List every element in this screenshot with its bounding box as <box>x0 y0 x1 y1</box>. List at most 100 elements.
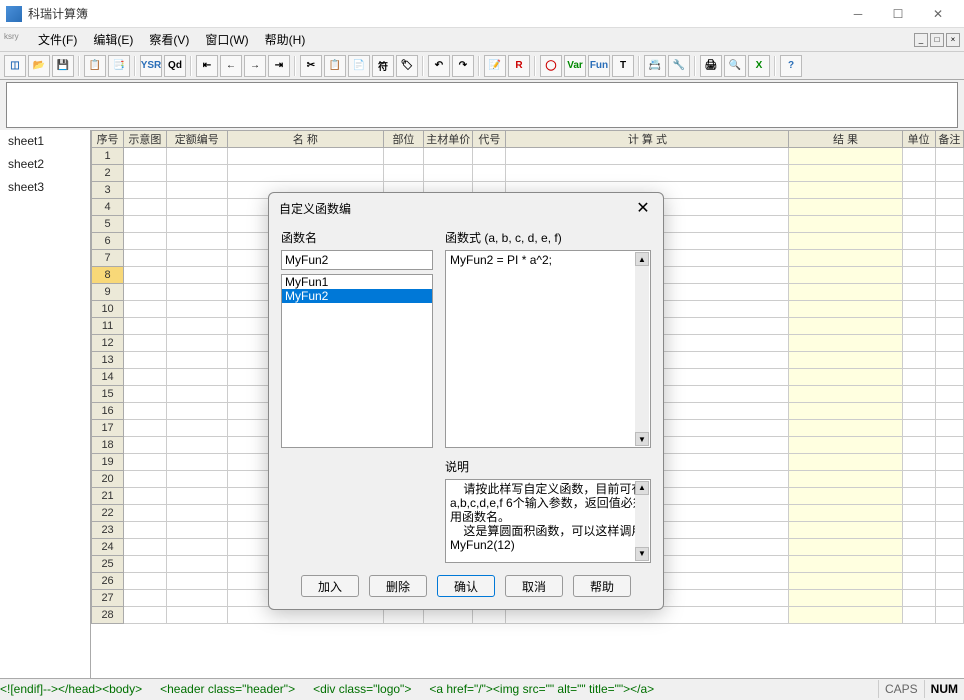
grid-cell[interactable] <box>424 148 473 165</box>
menu-item[interactable]: 编辑(E) <box>85 27 141 52</box>
grid-cell[interactable] <box>789 505 902 522</box>
grid-cell[interactable] <box>789 420 902 437</box>
desc-scrollbar[interactable]: ▲ ▼ <box>635 481 649 561</box>
grid-cell[interactable] <box>903 148 936 165</box>
grid-cell[interactable] <box>903 182 936 199</box>
grid-cell[interactable] <box>789 573 902 590</box>
toolbar-prev-button[interactable]: ← <box>220 55 242 77</box>
row-header[interactable]: 18 <box>91 437 124 454</box>
grid-cell[interactable] <box>124 318 167 335</box>
grid-cell[interactable] <box>124 199 167 216</box>
grid-cell[interactable] <box>124 454 167 471</box>
row-header[interactable]: 9 <box>91 284 124 301</box>
toolbar-new-button[interactable]: ◫ <box>4 55 26 77</box>
grid-cell[interactable] <box>936 182 964 199</box>
grid-cell[interactable] <box>167 301 228 318</box>
grid-cell[interactable] <box>384 165 425 182</box>
grid-cell[interactable] <box>789 369 902 386</box>
grid-cell[interactable] <box>789 250 902 267</box>
column-header[interactable]: 部位 <box>384 130 425 148</box>
grid-cell[interactable] <box>167 505 228 522</box>
grid-cell[interactable] <box>167 420 228 437</box>
sheet-tab[interactable]: sheet2 <box>0 153 90 176</box>
row-header[interactable]: 20 <box>91 471 124 488</box>
grid-cell[interactable] <box>167 556 228 573</box>
grid-cell[interactable] <box>903 284 936 301</box>
toolbar-symbol-button[interactable]: 符 <box>372 55 394 77</box>
grid-cell[interactable] <box>167 267 228 284</box>
grid-cell[interactable] <box>903 556 936 573</box>
column-header[interactable]: 名 称 <box>228 130 384 148</box>
row-header[interactable]: 14 <box>91 369 124 386</box>
grid-cell[interactable] <box>936 216 964 233</box>
grid-cell[interactable] <box>903 301 936 318</box>
grid-cell[interactable] <box>903 318 936 335</box>
maximize-button[interactable]: ☐ <box>878 2 918 26</box>
grid-cell[interactable] <box>124 369 167 386</box>
grid-cell[interactable] <box>936 165 964 182</box>
grid-cell[interactable] <box>124 148 167 165</box>
grid-cell[interactable] <box>167 437 228 454</box>
grid-cell[interactable] <box>936 539 964 556</box>
grid-cell[interactable] <box>228 165 384 182</box>
grid-cell[interactable] <box>124 505 167 522</box>
grid-cell[interactable] <box>789 556 902 573</box>
grid-cell[interactable] <box>903 437 936 454</box>
grid-cell[interactable] <box>936 420 964 437</box>
toolbar-undo-button[interactable]: ↶ <box>428 55 450 77</box>
dialog-titlebar[interactable]: 自定义函数编 ✕ <box>269 193 663 223</box>
scroll-up-icon[interactable]: ▲ <box>635 481 649 495</box>
toolbar-r-func-button[interactable]: R <box>508 55 530 77</box>
fn-name-input[interactable] <box>281 250 433 270</box>
sheet-tab[interactable]: sheet3 <box>0 176 90 199</box>
grid-cell[interactable] <box>789 403 902 420</box>
toolbar-cut-button[interactable]: ✂ <box>300 55 322 77</box>
grid-cell[interactable] <box>167 488 228 505</box>
grid-cell[interactable] <box>936 148 964 165</box>
grid-cell[interactable] <box>124 539 167 556</box>
column-header[interactable]: 计 算 式 <box>506 130 789 148</box>
column-header[interactable]: 序号 <box>91 130 124 148</box>
grid-cell[interactable] <box>473 148 506 165</box>
toolbar-copy-sheet-button[interactable]: 📋 <box>84 55 106 77</box>
minimize-button[interactable]: ─ <box>838 2 878 26</box>
mdi-minimize[interactable]: _ <box>914 33 928 47</box>
grid-cell[interactable] <box>124 250 167 267</box>
grid-cell[interactable] <box>124 182 167 199</box>
grid-cell[interactable] <box>936 590 964 607</box>
grid-cell[interactable] <box>903 590 936 607</box>
grid-cell[interactable] <box>124 284 167 301</box>
fn-list-item[interactable]: MyFun2 <box>282 289 432 303</box>
grid-cell[interactable] <box>903 471 936 488</box>
toolbar-qd-button[interactable]: Qd <box>164 55 186 77</box>
grid-cell[interactable] <box>936 556 964 573</box>
grid-cell[interactable] <box>124 420 167 437</box>
row-header[interactable]: 23 <box>91 522 124 539</box>
desc-textarea[interactable]: 请按此样写自定义函数，目前可有a,b,c,d,e,f 6个输入参数，返回值必须用… <box>445 479 651 563</box>
row-header[interactable]: 7 <box>91 250 124 267</box>
column-header[interactable]: 备注 <box>936 130 964 148</box>
grid-cell[interactable] <box>789 607 902 624</box>
grid-cell[interactable] <box>936 437 964 454</box>
row-header[interactable]: 16 <box>91 403 124 420</box>
toolbar-settings-button[interactable]: 🔧 <box>668 55 690 77</box>
grid-cell[interactable] <box>424 165 473 182</box>
scroll-down-icon[interactable]: ▼ <box>635 547 649 561</box>
grid-cell[interactable] <box>789 284 902 301</box>
toolbar-paste-button[interactable]: 📄 <box>348 55 370 77</box>
grid-cell[interactable] <box>124 573 167 590</box>
grid-cell[interactable] <box>936 454 964 471</box>
row-header[interactable]: 25 <box>91 556 124 573</box>
grid-cell[interactable] <box>789 233 902 250</box>
grid-cell[interactable] <box>167 522 228 539</box>
grid-cell[interactable] <box>124 437 167 454</box>
row-header[interactable]: 5 <box>91 216 124 233</box>
menu-item[interactable]: 帮助(H) <box>257 27 314 52</box>
row-header[interactable]: 2 <box>91 165 124 182</box>
row-header[interactable]: 1 <box>91 148 124 165</box>
toolbar-excel-button[interactable]: X <box>748 55 770 77</box>
row-header[interactable]: 24 <box>91 539 124 556</box>
row-header[interactable]: 11 <box>91 318 124 335</box>
toolbar-edit-button[interactable]: 📝 <box>484 55 506 77</box>
row-header[interactable]: 17 <box>91 420 124 437</box>
